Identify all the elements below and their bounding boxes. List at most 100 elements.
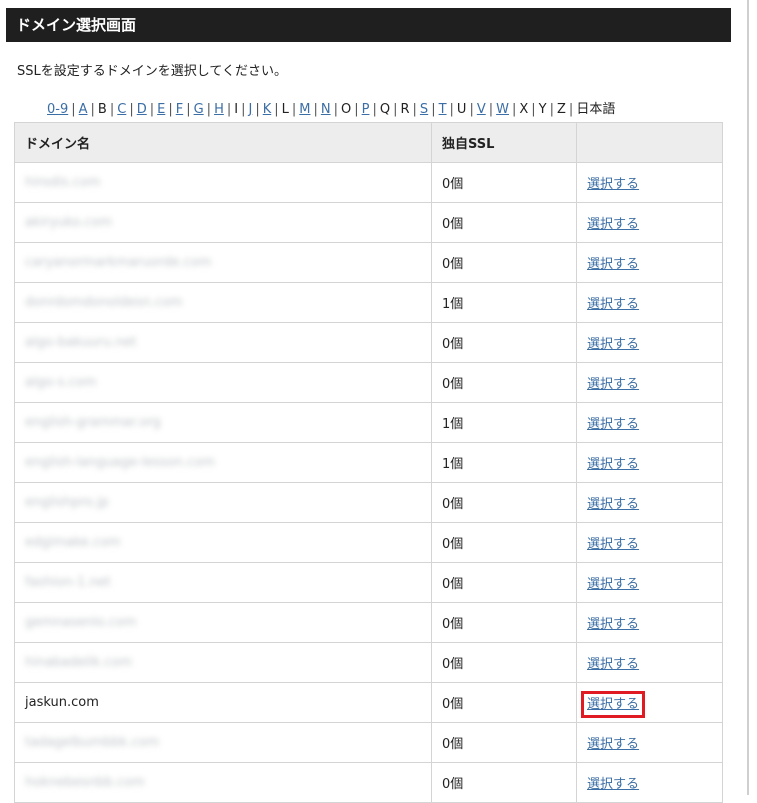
alpha-filter-n[interactable]: N [321, 102, 331, 117]
action-cell: 選択する [576, 322, 723, 363]
nav-separator: | [274, 102, 279, 117]
alpha-filter-s[interactable]: S [420, 102, 428, 117]
alpha-filter-i: I [234, 102, 239, 117]
select-domain-link[interactable]: 選択する [587, 337, 639, 352]
alpha-filter-japanese: 日本語 [576, 102, 616, 117]
table-row: jaskun.com 0個 選択する [14, 682, 723, 723]
select-domain-link[interactable]: 選択する [587, 657, 639, 672]
nav-separator: | [255, 102, 260, 117]
action-cell: 選択する [576, 682, 723, 723]
action-cell: 選択する [576, 442, 723, 483]
ssl-count: 0個 [431, 522, 577, 563]
alpha-filter-t[interactable]: T [439, 102, 447, 117]
nav-separator: | [549, 102, 555, 117]
alpha-filter-h[interactable]: H [214, 102, 224, 117]
domain-table: ドメイン名 独自SSL hirodis.com 0個 選択する akiryuko.co… [14, 122, 723, 803]
domain-name: caryanormarkmaruorde.com [25, 255, 212, 270]
nav-separator: | [90, 102, 95, 117]
domain-name: gemnasenlo.com [25, 615, 137, 630]
domain-name: akiryuko.com [25, 215, 113, 230]
nav-separator: | [206, 102, 212, 117]
domain-name-cell: hoknebesnbb.com [14, 762, 432, 803]
nav-separator: | [241, 102, 246, 117]
alpha-filter-w[interactable]: W [496, 102, 509, 117]
domain-name: donrdomdonoldesn.com [25, 295, 183, 310]
ssl-count: 0個 [431, 322, 577, 363]
table-row: caryanormarkmaruorde.com 0個 選択する [14, 242, 723, 283]
table-row: hoknebesnbb.com 0個 選択する [14, 762, 723, 803]
alpha-filter-j[interactable]: J [248, 102, 252, 117]
select-domain-link[interactable]: 選択する [587, 297, 639, 312]
select-domain-link[interactable]: 選択する [587, 177, 639, 192]
table-row: englishpro.jp 0個 選択する [14, 482, 723, 523]
action-cell: 選択する [576, 162, 723, 203]
domain-name-cell: hinabadelik.com [14, 642, 432, 683]
alpha-filter-e[interactable]: E [157, 102, 165, 117]
scroll-divider [747, 0, 749, 795]
ssl-count: 0個 [431, 482, 577, 523]
action-cell: 選択する [576, 522, 723, 563]
alpha-filter-r: R [400, 102, 410, 117]
nav-separator: | [226, 102, 232, 117]
domain-name: jaskun.com [25, 695, 99, 710]
select-domain-link[interactable]: 選択する [587, 457, 639, 472]
select-domain-link[interactable]: 選択する [587, 737, 639, 752]
select-domain-link[interactable]: 選択する [587, 497, 639, 512]
nav-separator: | [291, 102, 297, 117]
ssl-count: 0個 [431, 642, 577, 683]
select-domain-link[interactable]: 選択する [587, 257, 639, 272]
nav-separator: | [431, 102, 436, 117]
select-domain-link[interactable]: 選択する [587, 377, 639, 392]
domain-name: hinabadelik.com [25, 655, 133, 670]
domain-name-cell: fashion-1.net [14, 562, 432, 603]
domain-name: englishpro.jp [25, 495, 109, 510]
select-domain-link[interactable]: 選択する [587, 417, 639, 432]
nav-separator: | [313, 102, 318, 117]
table-row: donrdomdonoldesn.com 1個 選択する [14, 282, 723, 323]
alpha-filter-y: Y [538, 102, 547, 117]
table-row: hirodis.com 0個 選択する [14, 162, 723, 203]
table-row: tadagelbumbbk.com 0個 選択する [14, 722, 723, 763]
select-domain-link[interactable]: 選択する [580, 691, 646, 718]
domain-name: algo-s.com [25, 375, 97, 390]
domain-name: english-language-lesson.com [25, 455, 215, 470]
action-cell: 選択する [576, 602, 723, 643]
select-domain-link[interactable]: 選択する [587, 617, 639, 632]
nav-separator: | [168, 102, 173, 117]
alpha-filter-k[interactable]: K [263, 102, 272, 117]
select-domain-link[interactable]: 選択する [587, 777, 639, 792]
alpha-filter-0-9[interactable]: 0-9 [47, 102, 68, 117]
alpha-filter-a[interactable]: A [79, 102, 88, 117]
table-row: hinabadelik.com 0個 選択する [14, 642, 723, 683]
select-domain-link[interactable]: 選択する [587, 537, 639, 552]
action-cell: 選択する [576, 762, 723, 803]
domain-name: tadagelbumbbk.com [25, 735, 160, 750]
table-row: gemnasenlo.com 0個 選択する [14, 602, 723, 643]
ssl-count: 0個 [431, 682, 577, 723]
select-domain-link[interactable]: 選択する [587, 217, 639, 232]
nav-separator: | [109, 102, 115, 117]
nav-separator: | [449, 102, 454, 117]
action-cell: 選択する [576, 202, 723, 243]
header-ssl: 独自SSL [431, 122, 577, 163]
alpha-filter-p[interactable]: P [362, 102, 370, 117]
intro-text: SSLを設定するドメインを選択してください。 [17, 64, 287, 79]
alpha-filter-c[interactable]: C [117, 102, 126, 117]
domain-name-cell: algo-bakuuru.net [14, 322, 432, 363]
alpha-filter-z: Z [557, 102, 566, 117]
alpha-filter-f[interactable]: F [176, 102, 183, 117]
alpha-filter-d[interactable]: D [137, 102, 147, 117]
domain-name-cell: donrdomdonoldesn.com [14, 282, 432, 323]
alpha-filter-m[interactable]: M [299, 102, 310, 117]
alpha-filter-v[interactable]: V [477, 102, 486, 117]
ssl-count: 0個 [431, 722, 577, 763]
table-row: algo-bakuuru.net 0個 選択する [14, 322, 723, 363]
select-domain-link[interactable]: 選択する [587, 577, 639, 592]
alpha-filter-g[interactable]: G [194, 102, 204, 117]
domain-name-cell: algo-s.com [14, 362, 432, 403]
nav-separator: | [531, 102, 536, 117]
domain-name: hirodis.com [25, 175, 101, 190]
nav-separator: | [488, 102, 494, 117]
domain-name-cell: english-language-lesson.com [14, 442, 432, 483]
action-cell: 選択する [576, 722, 723, 763]
